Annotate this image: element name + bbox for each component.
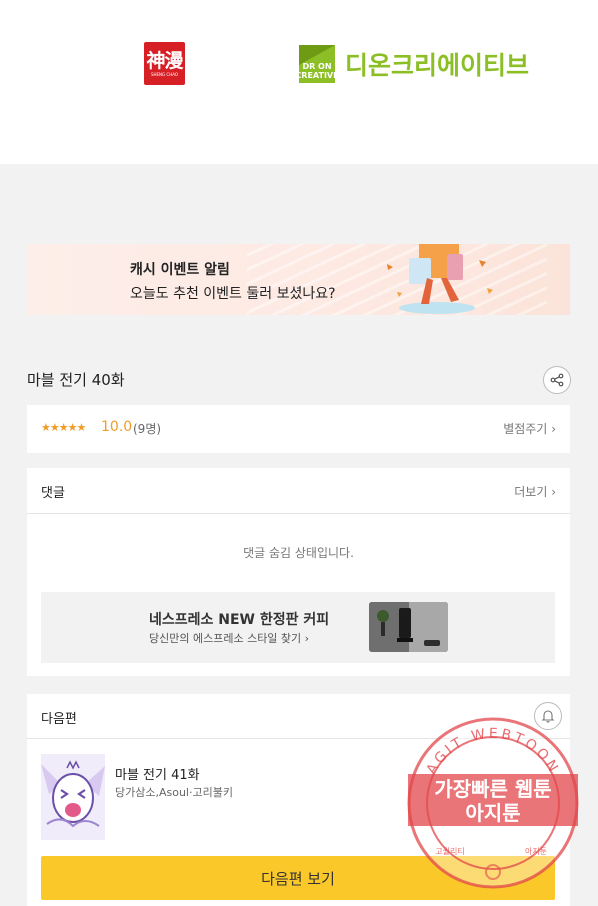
chevron-right-icon: › xyxy=(551,422,556,436)
chevron-right-icon: › xyxy=(551,485,556,499)
rating-count: (9명) xyxy=(133,422,162,436)
comments-heading: 댓글 xyxy=(41,486,65,501)
banner-subtitle: 오늘도 추천 이벤트 둘러 보셨나요? xyxy=(130,286,336,302)
watermark-line1: 가장빠른 웹툰 xyxy=(434,777,551,801)
rate-link[interactable]: 별점주기 › xyxy=(503,420,556,437)
next-episode-thumbnail[interactable] xyxy=(41,754,105,840)
cash-event-banner[interactable]: 캐시 이벤트 알림 오늘도 추천 이벤트 둘러 보셨나요? xyxy=(27,244,570,315)
next-episode-name: 마블 전기 41화 xyxy=(115,768,200,783)
shenman-logo: 神漫 SHENG CHAO xyxy=(144,42,185,85)
watermark-bottom-left: 고퀄리티 xyxy=(435,847,464,856)
rating-score: 10.0 xyxy=(101,419,133,435)
agit-webtoon-watermark: AGIT WEBTOON 가장빠른 웹툰 아지툰 고퀄리티 아지툰 xyxy=(407,717,579,889)
shopping-person-illustration xyxy=(387,244,493,314)
nespresso-ad[interactable]: 네스프레소 NEW 한정판 커피 당신만의 에스프레소 스타일 찾기 › xyxy=(41,592,555,663)
comments-more-link[interactable]: 더보기 › xyxy=(514,483,556,500)
comments-hidden-message: 댓글 숨김 상태입니다. xyxy=(243,546,354,560)
divider xyxy=(27,513,570,514)
star-rating: ★★★★★ xyxy=(41,421,86,434)
share-button[interactable] xyxy=(543,366,571,394)
next-episode-authors: 당가삼소,Asoul·고리불키 xyxy=(115,786,233,799)
ad-subtitle: 당신만의 에스프레소 스타일 찾기 › xyxy=(149,632,310,645)
next-episode-heading: 다음편 xyxy=(41,712,77,727)
watermark-line2: 아지툰 xyxy=(465,801,520,825)
dion-logo-mark: DR ON CREATIVE xyxy=(295,45,339,83)
comments-card: 댓글 더보기 › 댓글 숨김 상태입니다. 네스프레소 NEW 한정판 커피 당… xyxy=(27,468,570,676)
ad-title: 네스프레소 NEW 한정판 커피 xyxy=(149,612,330,628)
watermark-bottom-right: 아지툰 xyxy=(525,846,547,856)
share-icon xyxy=(550,373,564,387)
episode-title: 마블 전기 40화 xyxy=(27,371,125,389)
chevron-right-icon: › xyxy=(304,632,310,645)
rating-card: ★★★★★ 10.0 (9명) 별점주기 › xyxy=(27,405,570,453)
dion-creative-logo: DR ON CREATIVE 디온크리에이티브 xyxy=(295,44,529,84)
ad-image xyxy=(369,602,448,652)
banner-title: 캐시 이벤트 알림 xyxy=(130,262,230,278)
header-logos: 神漫 SHENG CHAO DR ON CREATIVE 디온크리에이티브 xyxy=(0,0,598,164)
